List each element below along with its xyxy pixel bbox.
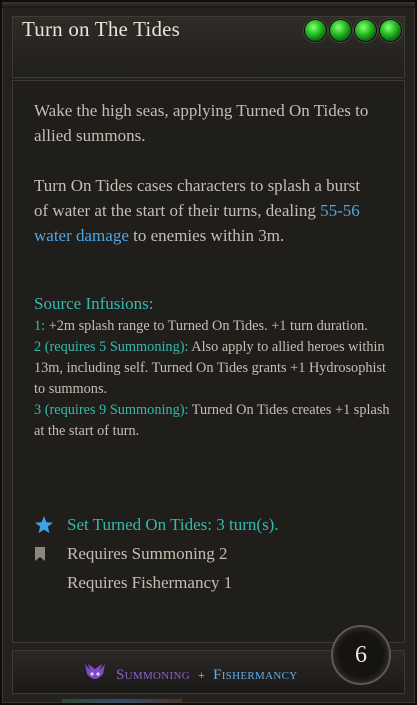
infusion-item: 3 (requires 9 Summoning): Turned On Tide… xyxy=(34,400,394,442)
status-text: Set Turned On Tides: 3 turn(s). xyxy=(67,515,279,534)
requirement-row: Requires Summoning 2 xyxy=(34,539,384,568)
infusion-item: 1: +2m splash range to Turned On Tides. … xyxy=(34,316,394,337)
hotbar-strip xyxy=(62,699,182,703)
source-infusions: Source Infusions: 1: +2m splash range to… xyxy=(34,292,394,442)
action-point-orb-icon xyxy=(355,20,376,41)
action-point-orb-icon xyxy=(330,20,351,41)
skill-schools: Summoning + Fishermancy xyxy=(82,660,297,691)
summoning-school-icon xyxy=(82,660,108,691)
infusion-item: 2 (requires 5 Summoning): Also apply to … xyxy=(34,337,394,400)
status-row: Set Turned On Tides: 3 turn(s). xyxy=(34,510,384,539)
tooltip-frame-top xyxy=(2,2,415,8)
effect-before: Turn On Tides cases characters to splash… xyxy=(34,176,361,220)
requirement-row: Requires Fishermancy 1 xyxy=(34,568,384,597)
star-icon xyxy=(34,515,67,535)
cooldown-value: 6 xyxy=(355,641,367,668)
requirement-text: Requires Summoning 2 xyxy=(67,544,228,563)
school-fishermancy: Fishermancy xyxy=(213,667,298,683)
description-line: Wake the high seas, applying Turned On T… xyxy=(34,101,369,145)
effect-after: to enemies within 3m. xyxy=(128,226,285,245)
cooldown-badge: 6 xyxy=(331,625,391,685)
skill-title: Turn on The Tides xyxy=(22,17,181,41)
skill-description: Wake the high seas, applying Turned On T… xyxy=(34,98,374,248)
school-summoning: Summoning xyxy=(116,667,190,683)
infusion-text: +2m splash range to Turned On Tides. +1 … xyxy=(45,318,368,334)
requirement-text: Requires Fishermancy 1 xyxy=(67,573,233,592)
requirements-list: Set Turned On Tides: 3 turn(s). Requires… xyxy=(34,510,384,597)
bookmark-icon xyxy=(34,546,67,562)
infusion-label: 1: xyxy=(34,318,46,334)
source-infusions-title: Source Infusions: xyxy=(34,294,154,313)
infusion-label: 3 (requires 9 Summoning): xyxy=(34,402,189,418)
action-point-orb-icon xyxy=(305,20,326,41)
skill-tooltip: Turn on The Tides Wake the high seas, ap… xyxy=(0,0,417,705)
school-plus: + xyxy=(198,668,206,682)
action-point-orbs xyxy=(305,20,401,41)
effect-description: Turn On Tides cases characters to splash… xyxy=(34,173,374,248)
infusion-label: 2 (requires 5 Summoning): xyxy=(34,339,189,355)
action-point-orb-icon xyxy=(380,20,401,41)
